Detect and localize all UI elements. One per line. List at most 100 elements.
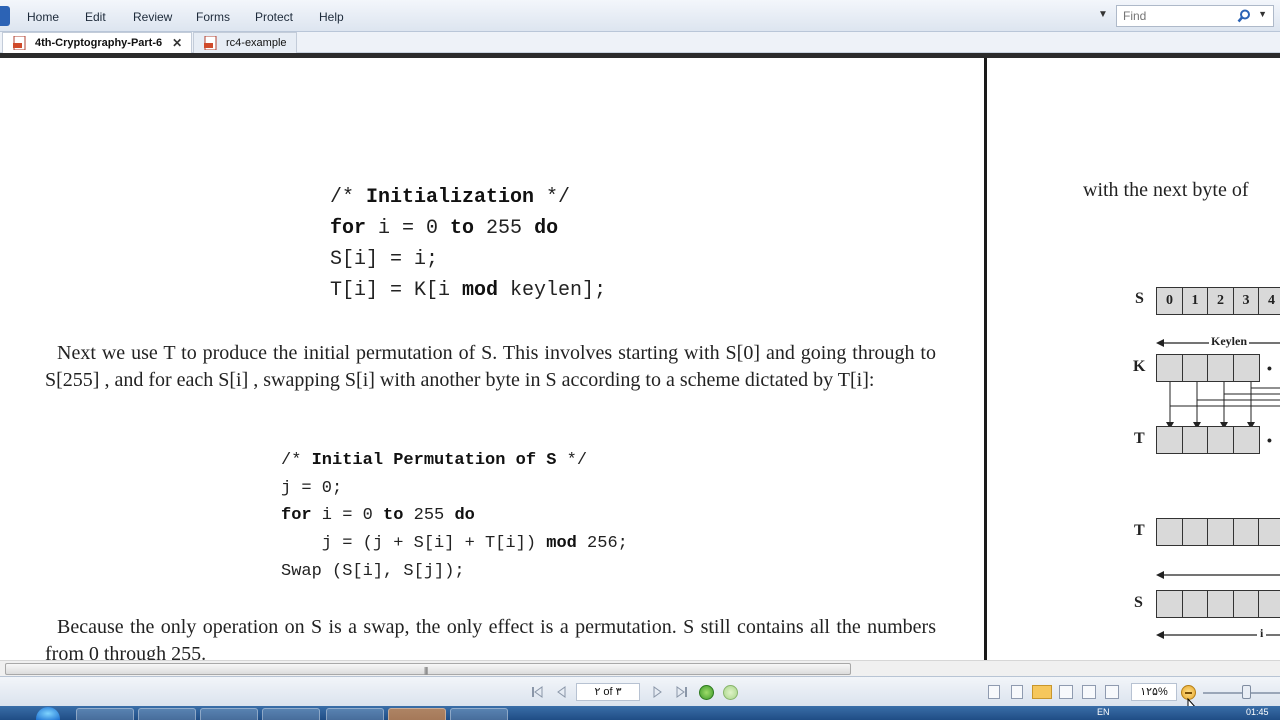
last-page-icon[interactable] — [675, 685, 689, 699]
t-cell — [1207, 518, 1234, 546]
code-text: i = 0 — [311, 506, 384, 525]
keylen-label: Keylen — [1209, 334, 1249, 349]
continuous-view-icon[interactable] — [1011, 685, 1023, 699]
keyword: mod — [546, 534, 577, 553]
code-text: 255 — [403, 506, 455, 525]
search-icon[interactable] — [1237, 9, 1251, 23]
taskbar-app-2[interactable] — [138, 708, 196, 720]
fit-page-icon[interactable] — [1105, 685, 1119, 699]
menu-protect[interactable]: Protect — [255, 10, 293, 24]
back-view-icon[interactable] — [699, 685, 714, 700]
t-array — [1156, 426, 1260, 454]
menu-home[interactable]: Home — [27, 10, 59, 24]
zoom-slider-handle[interactable] — [1242, 685, 1251, 699]
forward-view-icon[interactable] — [723, 685, 738, 700]
s-cell — [1207, 590, 1234, 618]
code-text: keylen]; — [498, 279, 607, 302]
facing-view-icon[interactable] — [1032, 685, 1052, 699]
single-page-view-icon[interactable] — [988, 685, 1000, 699]
scrollbar-thumb[interactable]: ||| — [5, 663, 851, 675]
t-cell — [1156, 426, 1183, 454]
start-orb-icon[interactable] — [36, 707, 60, 720]
comment-open: /* — [330, 186, 367, 209]
first-page-icon[interactable] — [530, 685, 544, 699]
taskbar-excel[interactable] — [262, 708, 320, 720]
perm-j-init: j = 0; — [281, 479, 343, 498]
horizontal-scrollbar[interactable]: ||| — [0, 660, 1280, 676]
t-cell — [1258, 518, 1280, 546]
app-button[interactable] — [0, 6, 10, 26]
menu-help[interactable]: Help — [319, 10, 344, 24]
close-icon[interactable]: ✕ — [172, 36, 182, 50]
tab-label: 4th-Cryptography-Part-6 — [35, 37, 163, 49]
keyword: mod — [462, 279, 499, 302]
diagram-label-k: K — [1133, 358, 1146, 375]
menu-bar: Home Edit Review Forms Protect Help ▼ ▼ — [0, 0, 1280, 32]
taskbar-pdf-reader[interactable] — [388, 708, 446, 720]
taskbar: EN 01:45 — [0, 706, 1280, 720]
s-cell: 4 — [1258, 287, 1280, 315]
perm-assign-line: j = (j + S[i] + T[i]) mod 256; — [281, 534, 628, 553]
language-indicator[interactable]: EN — [1097, 707, 1110, 717]
comment-close: */ — [556, 451, 588, 470]
pdf-file-icon — [204, 36, 217, 50]
paragraph-swap: Because the only operation on S is a swa… — [45, 616, 936, 660]
search-dropdown-icon[interactable]: ▼ — [1258, 9, 1267, 19]
taskbar-app-5[interactable] — [326, 708, 384, 720]
t-cell — [1181, 426, 1209, 454]
perm-swap-line: Swap (S[i], S[j]); — [281, 562, 465, 581]
menu-edit[interactable]: Edit — [85, 10, 106, 24]
keyword: to — [450, 217, 475, 240]
init-comment: /* Initialization */ — [330, 186, 570, 209]
keyword: do — [534, 217, 559, 240]
t-cell — [1232, 426, 1260, 454]
diagram-label-t2: T — [1134, 522, 1145, 539]
right-page-text: with the next byte of — [1083, 179, 1249, 201]
k-cell — [1207, 354, 1234, 382]
t-cell — [1207, 426, 1234, 454]
s-array-2 — [1156, 590, 1280, 618]
k-array — [1156, 354, 1260, 382]
tab-4th-cryptography[interactable]: 4th-Cryptography-Part-6 ✕ — [2, 32, 192, 53]
range-arrow — [1156, 571, 1280, 579]
taskbar-explorer[interactable] — [76, 708, 134, 720]
taskbar-app-7[interactable] — [450, 708, 508, 720]
menu-forms[interactable]: Forms — [196, 10, 230, 24]
continuous-facing-view-icon[interactable] — [1059, 685, 1073, 699]
grip-icon: ||| — [424, 666, 428, 675]
menu-review[interactable]: Review — [133, 10, 172, 24]
ellipsis: • — [1267, 432, 1272, 448]
taskbar-app-3[interactable] — [200, 708, 258, 720]
previous-page-icon[interactable] — [554, 685, 568, 699]
t-cell — [1232, 518, 1260, 546]
document-page: /* Initialization */ for i = 0 to 255 do… — [0, 58, 984, 660]
i-label: i — [1257, 626, 1267, 641]
find-area: ▼ ▼ — [1098, 5, 1274, 27]
comment-close: */ — [534, 186, 571, 209]
zoom-field[interactable]: ۱۲۵% — [1131, 683, 1177, 701]
fit-width-icon[interactable] — [1082, 685, 1096, 699]
diagram-label-t: T — [1134, 430, 1145, 447]
s-cell — [1258, 590, 1280, 618]
next-page-icon[interactable] — [651, 685, 665, 699]
document-page-right: with the next byte of S 0 1 2 3 4 Keylen… — [987, 58, 1280, 660]
diagram-label-s2: S — [1134, 594, 1143, 611]
code-text: i = 0 — [366, 217, 451, 240]
tab-rc4-example[interactable]: rc4-example — [193, 32, 297, 53]
perm-comment: /* Initial Permutation of S */ — [281, 451, 587, 470]
find-input[interactable] — [1117, 6, 1227, 26]
comment-title: Initial Permutation of S — [311, 451, 557, 470]
find-options-chevron-icon[interactable]: ▼ — [1098, 9, 1108, 20]
keyword: to — [383, 506, 404, 525]
page-number-field[interactable]: ۲ of ۳ — [576, 683, 640, 701]
code-text: j = (j + S[i] + T[i]) — [281, 534, 547, 553]
s-cell: 2 — [1207, 287, 1234, 315]
tab-bar: 4th-Cryptography-Part-6 ✕ rc4-example — [0, 32, 1280, 53]
init-t-line: T[i] = K[i mod keylen]; — [330, 279, 606, 302]
comment-open: /* — [281, 451, 312, 470]
init-s-line: S[i] = i; — [330, 248, 439, 271]
k-cell — [1232, 354, 1260, 382]
t-array-2 — [1156, 518, 1280, 546]
clock[interactable]: 01:45 — [1246, 707, 1269, 717]
s-cell: 3 — [1232, 287, 1260, 315]
